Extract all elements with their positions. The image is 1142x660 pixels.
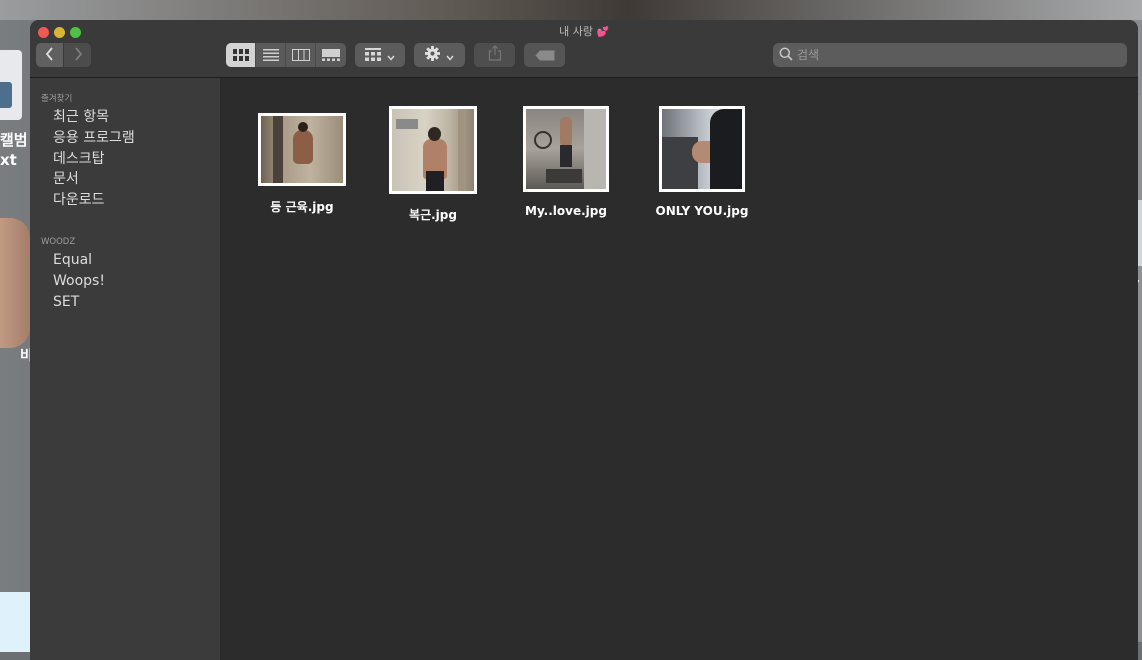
heart-icon: 💕 xyxy=(596,27,609,38)
file-item[interactable]: 등 근육.jpg xyxy=(237,106,367,215)
sidebar-item-recents[interactable]: 최근 항목 xyxy=(53,106,109,126)
file-name[interactable]: ONLY YOU.jpg xyxy=(656,204,749,218)
window-toolbar: 내 사랑 💕 xyxy=(30,20,1138,78)
chevron-right-icon xyxy=(73,46,83,65)
desktop-wallpaper-top xyxy=(0,0,1142,20)
search-input[interactable] xyxy=(797,48,1107,62)
view-icon-button[interactable] xyxy=(226,43,256,67)
gallery-view-icon xyxy=(322,46,340,65)
photo-subject-legs xyxy=(560,145,572,167)
desktop-icon-label[interactable]: 캘범 xyxy=(0,131,28,149)
tag-icon xyxy=(535,46,555,65)
photo-detail xyxy=(458,109,464,191)
sidebar-item-applications[interactable]: 응용 프로그램 xyxy=(53,127,135,147)
file-item[interactable]: My..love.jpg xyxy=(501,106,631,218)
photo-thumbnail[interactable] xyxy=(523,106,609,192)
search-icon xyxy=(779,46,793,65)
photo-subject-shorts xyxy=(426,171,444,191)
sidebar: 즐겨찾기 최근 항목 응용 프로그램 데스크탑 문서 다운로드 WOODZ Eq… xyxy=(30,78,220,660)
desktop-wallpaper-hand xyxy=(0,218,30,348)
view-mode-switcher xyxy=(226,43,346,67)
sidebar-section-favorites: 즐겨찾기 xyxy=(41,94,73,104)
share-icon xyxy=(488,45,502,65)
photo-thumbnail[interactable] xyxy=(659,106,745,192)
file-name[interactable]: My..love.jpg xyxy=(525,204,607,218)
file-name[interactable]: 등 근육.jpg xyxy=(270,198,333,215)
sidebar-item-documents[interactable]: 문서 xyxy=(53,168,79,188)
photo-detail xyxy=(546,169,582,183)
icon-view-icon xyxy=(232,46,249,65)
tag-button[interactable] xyxy=(524,43,565,67)
window-title: 내 사랑 💕 xyxy=(30,23,1138,39)
group-by-button[interactable] xyxy=(355,43,405,67)
back-button[interactable] xyxy=(36,43,63,67)
photo-thumbnail[interactable] xyxy=(258,113,346,186)
chevron-left-icon xyxy=(45,46,55,65)
sidebar-item-desktop[interactable]: 데스크탑 xyxy=(53,148,105,168)
share-button[interactable] xyxy=(474,43,515,67)
desktop-file-icon-badge xyxy=(0,82,12,108)
view-column-button[interactable] xyxy=(286,43,316,67)
search-field[interactable] xyxy=(773,43,1127,67)
photo-subject xyxy=(560,117,572,147)
chevron-down-icon xyxy=(387,46,395,65)
file-browser-content: 등 근육.jpg 복근.jpg My..love.jpg ONLY YOU.jp… xyxy=(220,78,1138,660)
file-item[interactable]: 복근.jpg xyxy=(368,106,498,223)
photo-detail xyxy=(584,109,606,189)
view-list-button[interactable] xyxy=(256,43,286,67)
photo-subject-head xyxy=(428,127,441,141)
gear-icon xyxy=(425,45,440,65)
sidebar-item-woops[interactable]: Woops! xyxy=(53,273,105,289)
sidebar-item-equal[interactable]: Equal xyxy=(53,252,92,268)
photo-detail xyxy=(534,131,552,149)
file-name[interactable]: 복근.jpg xyxy=(409,206,457,223)
photo-subject xyxy=(293,130,313,164)
photo-thumbnail[interactable] xyxy=(389,106,477,194)
sidebar-section-woodz: WOODZ xyxy=(41,237,76,247)
sidebar-item-downloads[interactable]: 다운로드 xyxy=(53,189,105,209)
action-menu-button[interactable] xyxy=(414,43,465,67)
forward-button[interactable] xyxy=(64,43,91,67)
photo-detail xyxy=(273,116,283,183)
chevron-down-icon xyxy=(446,46,454,65)
photo-detail xyxy=(396,119,418,129)
photo-subject-shirt xyxy=(710,109,742,189)
finder-window: 내 사랑 💕 검색 즐겨찾기 최근 항목 응용 프로그램 데스크탑 문서 다운로… xyxy=(30,20,1138,660)
column-view-icon xyxy=(291,46,310,65)
file-item[interactable]: ONLY YOU.jpg xyxy=(637,106,767,218)
list-view-icon xyxy=(262,46,279,65)
window-title-text: 내 사랑 xyxy=(559,25,593,38)
photo-subject-head xyxy=(298,122,308,132)
view-gallery-button[interactable] xyxy=(316,43,346,67)
desktop-icon-label[interactable]: xt xyxy=(0,151,17,169)
sidebar-item-set[interactable]: SET xyxy=(53,294,79,310)
grid-icon xyxy=(365,46,381,65)
